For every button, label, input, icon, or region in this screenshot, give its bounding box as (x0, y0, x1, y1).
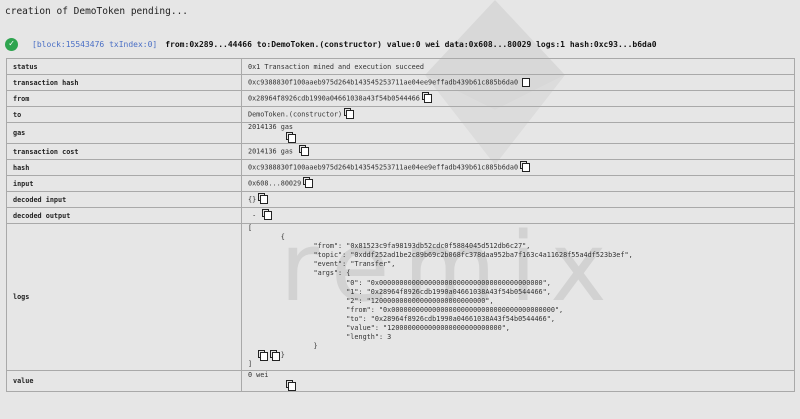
transaction-summary[interactable]: ✓ [block:15543476 txIndex:0] from:0x289.… (0, 35, 800, 53)
copy-icon[interactable] (286, 379, 296, 391)
value-key: value (6, 369, 242, 392)
row-hash: hash 0xc9388830f100aaeb975d264b143545253… (6, 159, 795, 176)
row-status: status 0x1 Transaction mined and executi… (6, 58, 795, 75)
copy-icon[interactable] (262, 209, 273, 220)
copy-icon[interactable] (270, 349, 280, 361)
logs-json: [ { "from": "0x81523c9fa98193db52cdc0f58… (248, 224, 633, 369)
logs-key: logs (6, 223, 242, 371)
row-transaction-cost: transaction cost 2014136 gas (6, 143, 795, 160)
row-decoded-output: decoded output - (6, 207, 795, 224)
row-value: value 0 wei (6, 369, 795, 392)
copy-icon[interactable] (520, 76, 531, 87)
from-key: from (6, 90, 242, 107)
transaction-hash-value: 0xc9388830f100aaeb975d264b143545253711ae… (248, 78, 519, 87)
to-value: DemoToken.(constructor) (248, 110, 343, 119)
block-info: [block:15543476 txIndex:0] (32, 39, 158, 49)
row-from: from 0x28964f8926cdb1990a04661038a43f54b… (6, 90, 795, 107)
status-key: status (6, 58, 242, 75)
gas-value: 2014136 gas (248, 123, 294, 131)
copy-icon[interactable] (421, 92, 432, 103)
row-gas: gas 2014136 gas (6, 122, 795, 144)
decoded-output-value: - (252, 211, 257, 220)
row-to: to DemoToken.(constructor) (6, 106, 795, 123)
copy-icon[interactable] (520, 161, 531, 172)
row-decoded-input: decoded input {} (6, 191, 795, 208)
hash-value: 0xc9388830f100aaeb975d264b143545253711ae… (248, 163, 519, 172)
copy-icon[interactable] (258, 349, 268, 361)
row-logs: logs [ { "from": "0x81523c9fa98193db52cd… (6, 223, 795, 371)
copy-icon[interactable] (344, 108, 355, 119)
row-input: input 0x608...80029 (6, 175, 795, 192)
status-value: 0x1 Transaction mined and execution succ… (241, 58, 795, 75)
decoded-input-value: {} (248, 195, 257, 204)
from-value: 0x28964f8926cdb1990a04661038a43f54b05444… (248, 94, 420, 103)
value-value: 0 wei (248, 370, 269, 379)
row-transaction-hash: transaction hash 0xc9388830f100aaeb975d2… (6, 74, 795, 91)
input-value: 0x608...80029 (248, 179, 302, 188)
transaction-hash-key: transaction hash (6, 74, 242, 91)
to-key: to (6, 106, 242, 123)
pending-message: creation of DemoToken pending... (5, 6, 189, 17)
copy-icon[interactable] (286, 132, 296, 143)
input-key: input (6, 175, 242, 192)
gas-key: gas (6, 122, 242, 144)
summary-text: from:0x289...44466 to:DemoToken.(constru… (165, 39, 657, 49)
decoded-output-key: decoded output (6, 207, 242, 224)
copy-icon[interactable] (258, 193, 269, 204)
transaction-cost-value: 2014136 gas (248, 147, 294, 156)
transaction-cost-key: transaction cost (6, 143, 242, 160)
copy-icon[interactable] (299, 145, 310, 156)
success-check-icon: ✓ (5, 37, 18, 51)
transaction-details-table: status 0x1 Transaction mined and executi… (6, 58, 795, 392)
copy-icon[interactable] (303, 177, 314, 188)
hash-key: hash (6, 159, 242, 176)
decoded-input-key: decoded input (6, 191, 242, 208)
